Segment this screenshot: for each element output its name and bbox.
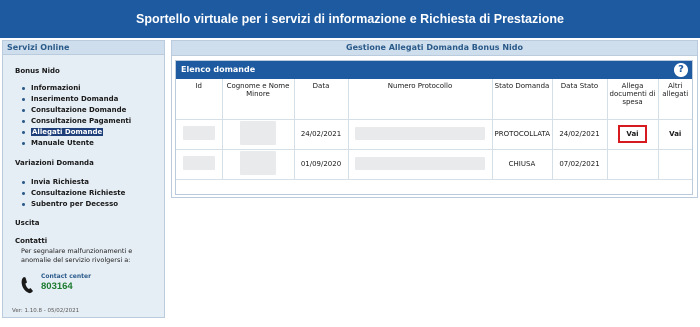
cell-id-redacted: [176, 119, 222, 150]
domande-table: Id Cognome e Nome Minore Data Numero Pro…: [176, 79, 692, 180]
col-cognome-nome: Cognome e Nome Minore: [221, 79, 294, 120]
col-data: Data: [293, 79, 348, 120]
cell-data: 24/02/2021: [293, 119, 348, 150]
menu-item-manuale-utente[interactable]: Manuale Utente: [21, 138, 131, 149]
menu-item-inserimento-domanda[interactable]: Inserimento Domanda: [21, 94, 131, 105]
menu-item-consultazione-pagamenti[interactable]: Consultazione Pagamenti: [21, 116, 131, 127]
section-bonus-nido: Bonus Nido: [15, 67, 60, 75]
help-icon[interactable]: ?: [674, 63, 688, 77]
cell-name-redacted: [221, 119, 294, 150]
menu-item-invia-richiesta[interactable]: Invia Richiesta: [21, 177, 125, 188]
allega-documenti-vai-link[interactable]: Vai: [618, 125, 647, 143]
contact-center-number: 803164: [41, 281, 73, 292]
version-text: Ver: 1.10.8 - 05/02/2021: [12, 308, 80, 314]
sidebar-title: Servizi Online: [3, 41, 164, 55]
cell-allega: [606, 149, 658, 180]
cell-data-stato: 24/02/2021: [551, 119, 607, 150]
cell-id-redacted: [176, 149, 222, 180]
bonus-nido-menu: Informazioni Inserimento Domanda Consult…: [21, 83, 131, 149]
menu-item-uscita[interactable]: Uscita: [15, 219, 39, 227]
menu-item-consultazione-domande[interactable]: Consultazione Domande: [21, 105, 131, 116]
contact-center-label: Contact center: [41, 273, 92, 280]
cell-data-stato: 07/02/2021: [551, 149, 607, 180]
altri-allegati-vai-link[interactable]: Vai: [669, 130, 681, 138]
table-row: 01/09/2020 CHIUSA 07/02/2021: [176, 149, 692, 180]
col-stato-domanda: Stato Domanda: [491, 79, 552, 120]
col-altri-allegati: Altri allegati: [657, 79, 692, 120]
main-content: Gestione Allegati Domanda Bonus Nido Ele…: [171, 40, 698, 198]
contact-text: Per segnalare malfunzionamenti e anomali…: [21, 247, 133, 264]
cell-name-redacted: [221, 149, 294, 180]
table-row: 24/02/2021 PROTOCOLLATA 24/02/2021 Vai V…: [176, 119, 692, 150]
cell-altri: [657, 149, 692, 180]
cell-stato: CHIUSA: [491, 149, 552, 180]
page-title: Gestione Allegati Domanda Bonus Nido: [172, 41, 697, 56]
section-contatti: Contatti: [15, 237, 48, 245]
menu-item-subentro-per-decesso[interactable]: Subentro per Decesso: [21, 199, 125, 210]
cell-altri: Vai: [657, 119, 692, 150]
cell-stato: PROTOCOLLATA: [491, 119, 552, 150]
cell-protocollo-redacted: [347, 149, 492, 180]
panel-title: Elenco domande: [181, 65, 256, 74]
menu-item-allegati-domande[interactable]: Allegati Domande: [21, 127, 131, 138]
table-header-row: Id Cognome e Nome Minore Data Numero Pro…: [176, 79, 692, 120]
domande-panel: Elenco domande ? Id Cognome e Nome Minor…: [175, 60, 693, 195]
col-id: Id: [176, 79, 222, 120]
cell-data: 01/09/2020: [293, 149, 348, 180]
section-variazioni-domanda: Variazioni Domanda: [15, 159, 94, 167]
variazioni-menu: Invia Richiesta Consultazione Richieste …: [21, 177, 125, 210]
cell-allega: Vai: [606, 119, 658, 150]
menu-item-informazioni[interactable]: Informazioni: [21, 83, 131, 94]
menu-item-consultazione-richieste[interactable]: Consultazione Richieste: [21, 188, 125, 199]
col-data-stato: Data Stato: [551, 79, 607, 120]
app-title: Sportello virtuale per i servizi di info…: [136, 12, 564, 26]
panel-title-bar: Elenco domande ?: [176, 61, 692, 79]
app-banner: Sportello virtuale per i servizi di info…: [0, 0, 700, 38]
cell-protocollo-redacted: [347, 119, 492, 150]
phone-icon: [21, 277, 33, 294]
contact-center-box: Contact center 803164: [21, 270, 91, 300]
col-allega-documenti: Allega documenti di spesa: [606, 79, 658, 120]
col-numero-protocollo: Numero Protocollo: [347, 79, 492, 120]
sidebar: Servizi Online Bonus Nido Informazioni I…: [2, 40, 165, 318]
